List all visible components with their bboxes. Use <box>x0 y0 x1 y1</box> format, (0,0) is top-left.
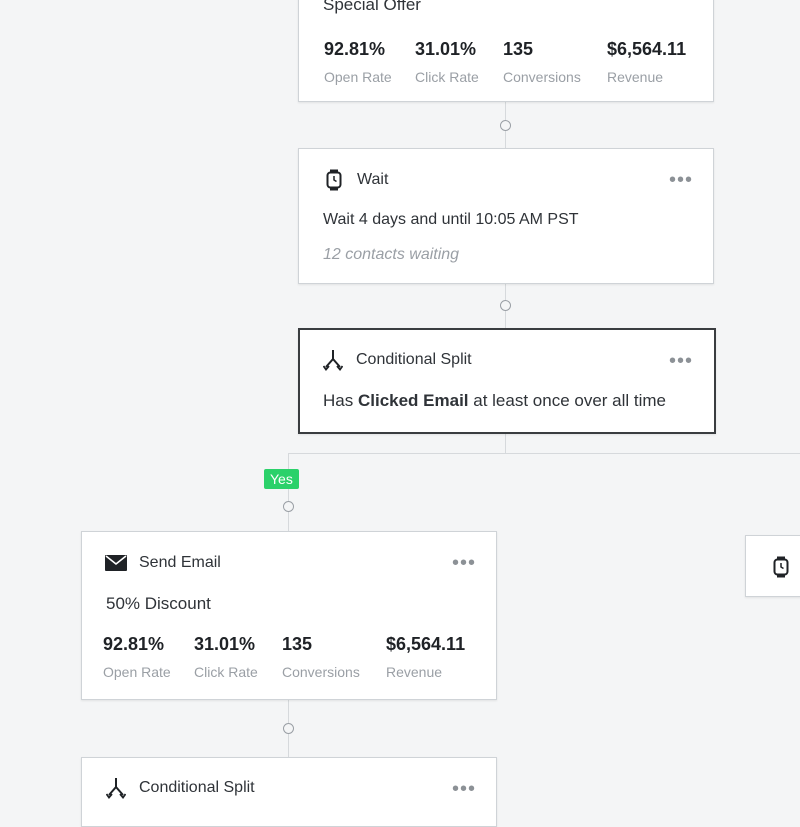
metric-click-rate: 31.01% Click Rate <box>415 39 479 85</box>
special-offer-email-card[interactable]: Special Offer 92.81% Open Rate 31.01% Cl… <box>298 0 714 102</box>
watch-icon <box>323 169 345 191</box>
metric-open-rate: 92.81% Open Rate <box>324 39 392 85</box>
card-title: Wait <box>357 171 389 188</box>
connector-node[interactable] <box>500 120 511 131</box>
conditional-split-card[interactable]: Conditional Split ••• <box>81 757 497 827</box>
metric-conversions: 135 Conversions <box>282 634 360 680</box>
yes-branch-badge: Yes <box>264 469 299 489</box>
split-arrows-icon <box>322 349 344 371</box>
metric-click-rate: 31.01% Click Rate <box>194 634 258 680</box>
connector-node[interactable] <box>500 300 511 311</box>
connector-node[interactable] <box>283 501 294 512</box>
branch-horizontal-line <box>288 453 800 454</box>
condition-prefix: Has <box>323 391 358 410</box>
email-subject: 50% Discount <box>106 594 211 613</box>
wait-step-card-no-branch[interactable] <box>745 535 800 597</box>
card-header: Conditional Split <box>105 777 255 799</box>
more-options-button[interactable]: ••• <box>669 170 693 190</box>
more-options-button[interactable]: ••• <box>452 553 476 573</box>
card-header: Conditional Split <box>322 349 472 371</box>
envelope-icon <box>105 552 127 574</box>
connector-line <box>288 453 289 532</box>
split-arrows-icon <box>105 777 127 799</box>
connector-line <box>505 432 506 454</box>
metric-open-rate: 92.81% Open Rate <box>103 634 171 680</box>
metric-revenue: $6,564.11 Revenue <box>607 39 687 85</box>
send-email-card[interactable]: Send Email ••• 50% Discount 92.81% Open … <box>81 531 497 700</box>
connector-node[interactable] <box>283 723 294 734</box>
more-options-button[interactable]: ••• <box>669 351 693 371</box>
card-title: Conditional Split <box>356 351 472 368</box>
email-subject: Special Offer <box>323 0 421 14</box>
card-header: Send Email <box>105 552 221 574</box>
conditional-split-card[interactable]: Conditional Split ••• Has Clicked Email … <box>298 328 716 434</box>
condition-suffix: at least once over all time <box>468 391 667 410</box>
wait-step-card[interactable]: Wait ••• Wait 4 days and until 10:05 AM … <box>298 148 714 284</box>
card-title: Conditional Split <box>139 779 255 796</box>
metric-revenue: $6,564.11 Revenue <box>386 634 466 680</box>
split-condition: Has Clicked Email at least once over all… <box>323 391 666 411</box>
contacts-waiting-status: 12 contacts waiting <box>323 246 460 263</box>
more-options-button[interactable]: ••• <box>452 779 476 799</box>
metric-conversions: 135 Conversions <box>503 39 581 85</box>
watch-icon <box>770 556 792 578</box>
card-header: Wait <box>323 169 388 191</box>
card-title: Send Email <box>139 554 221 571</box>
wait-description: Wait 4 days and until 10:05 AM PST <box>323 211 579 228</box>
condition-event: Clicked Email <box>357 391 469 410</box>
